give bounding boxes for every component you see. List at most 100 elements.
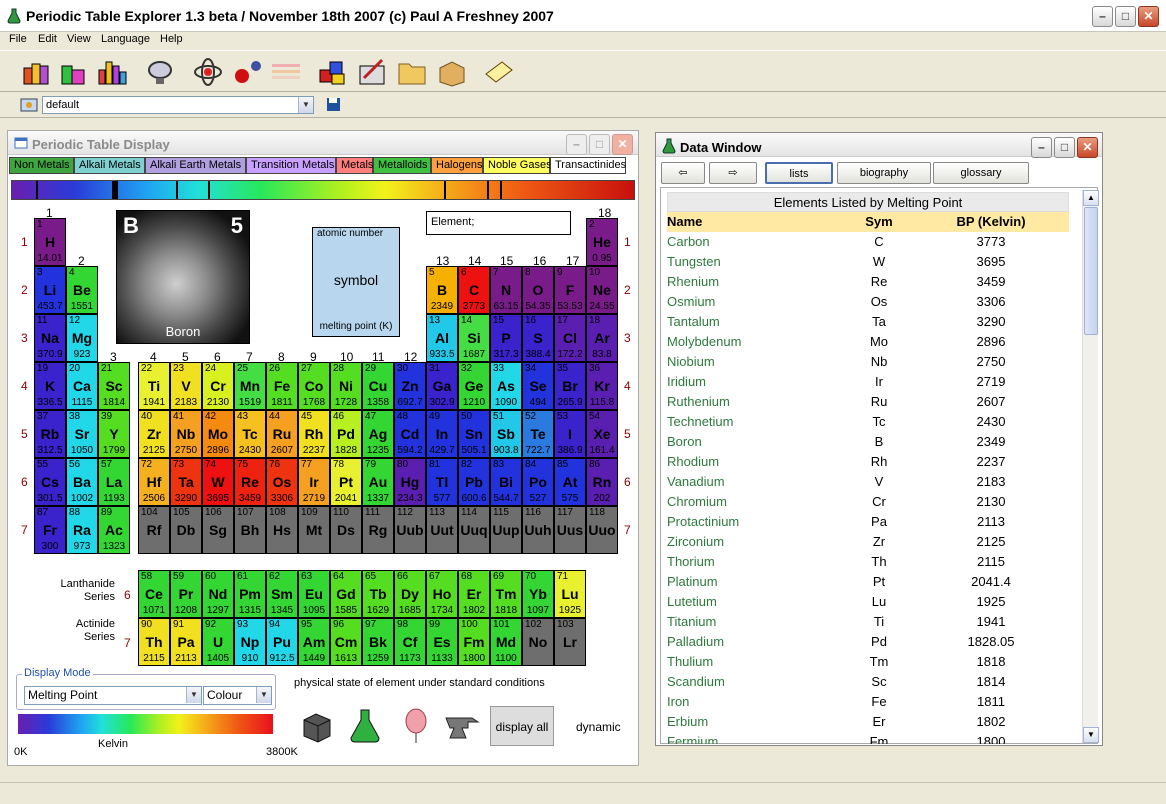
tab-metalloids[interactable]: Metalloids bbox=[373, 157, 431, 174]
panel-maximize-button[interactable]: □ bbox=[589, 134, 610, 155]
list-item[interactable]: Protactinium Pa 2113 bbox=[667, 512, 1069, 532]
element-bp: 2719 bbox=[976, 374, 1006, 389]
scroll-up-icon[interactable]: ▲ bbox=[1083, 190, 1099, 206]
element-sym: Os bbox=[870, 294, 888, 309]
tab-alkali-metals[interactable]: Alkali Metals bbox=[74, 157, 145, 174]
panel-title: Periodic Table Display bbox=[32, 137, 170, 152]
list-item[interactable]: Ruthenium Ru 2607 bbox=[667, 392, 1069, 412]
minimize-button[interactable]: – bbox=[1092, 6, 1113, 27]
element-bp: 1828.05 bbox=[967, 634, 1015, 649]
list-item[interactable]: Thulium Tm 1818 bbox=[667, 652, 1069, 672]
element-sym: Ta bbox=[872, 314, 886, 329]
list-item[interactable]: Erbium Er 1802 bbox=[667, 712, 1069, 732]
save-icon[interactable] bbox=[326, 97, 341, 112]
dw-close-button[interactable]: ✕ bbox=[1077, 137, 1098, 158]
blocks-icon[interactable] bbox=[58, 56, 90, 88]
list-item[interactable]: Rhodium Rh 2237 bbox=[667, 452, 1069, 472]
element-sym: Pt bbox=[872, 574, 886, 589]
element-bp: 1814 bbox=[976, 674, 1006, 689]
list-item[interactable]: Osmium Os 3306 bbox=[667, 292, 1069, 312]
list-scrollbar[interactable]: ▲ ▼ bbox=[1082, 190, 1099, 743]
list-item[interactable]: Vanadium V 2183 bbox=[667, 472, 1069, 492]
atomic-number: 1 bbox=[37, 219, 43, 230]
element-bp: 2607 bbox=[976, 394, 1006, 409]
tab-lists[interactable]: lists bbox=[765, 162, 833, 184]
element-bp: 3773 bbox=[976, 234, 1006, 249]
books-icon[interactable] bbox=[20, 56, 52, 88]
list-item[interactable]: Boron B 2349 bbox=[667, 432, 1069, 452]
list-item[interactable]: Molybdenum Mo 2896 bbox=[667, 332, 1069, 352]
atom-icon[interactable] bbox=[192, 56, 224, 88]
scroll-down-icon[interactable]: ▼ bbox=[1083, 727, 1099, 743]
profile-select[interactable]: default ▼ bbox=[42, 96, 314, 114]
element-name: Iron bbox=[667, 694, 690, 709]
magnifier-icon[interactable] bbox=[144, 56, 176, 88]
col-bp[interactable]: BP (Kelvin) bbox=[913, 212, 1069, 232]
list-item[interactable]: Iron Fe 1811 bbox=[667, 692, 1069, 712]
element-sym: Fe bbox=[871, 694, 887, 709]
list-item[interactable]: Technetium Tc 2430 bbox=[667, 412, 1069, 432]
spectrum-icon[interactable] bbox=[270, 56, 302, 88]
dw-maximize-button[interactable]: □ bbox=[1054, 137, 1075, 158]
col-sym[interactable]: Sym bbox=[845, 212, 913, 232]
list-item[interactable]: Rhenium Re 3459 bbox=[667, 272, 1069, 292]
element-name: Boron bbox=[667, 434, 702, 449]
tab-biography[interactable]: biography bbox=[837, 162, 931, 184]
element-bp: 2237 bbox=[976, 454, 1006, 469]
cubes-icon[interactable] bbox=[316, 56, 348, 88]
element-name: Titanium bbox=[667, 614, 717, 629]
list-item[interactable]: Zirconium Zr 2125 bbox=[667, 532, 1069, 552]
bar-chart-icon[interactable] bbox=[96, 56, 128, 88]
panel-minimize-button[interactable]: – bbox=[566, 134, 587, 155]
forward-arrow-icon[interactable]: ⇨ bbox=[709, 162, 757, 184]
element-name: Rhodium bbox=[667, 454, 720, 469]
tab-alkali-earth-metals[interactable]: Alkali Earth Metals bbox=[145, 157, 246, 174]
box-icon[interactable] bbox=[436, 56, 468, 88]
molecule-icon[interactable] bbox=[232, 56, 264, 88]
flask-icon bbox=[662, 138, 676, 154]
maximize-button[interactable]: □ bbox=[1115, 6, 1136, 27]
list-item[interactable]: Tungsten W 3695 bbox=[667, 252, 1069, 272]
element-name: Protactinium bbox=[667, 514, 740, 529]
tab-halogens[interactable]: Halogens bbox=[431, 157, 483, 174]
tab-metals[interactable]: Metals bbox=[336, 157, 373, 174]
list-item[interactable]: Scandium Sc 1814 bbox=[667, 672, 1069, 692]
menu-file[interactable]: File bbox=[9, 33, 27, 45]
tab-noble-gases[interactable]: Noble Gases bbox=[483, 157, 552, 174]
tab-transactinides[interactable]: Transactinides bbox=[550, 157, 626, 174]
tab-transition-metals[interactable]: Transition Metals bbox=[246, 157, 336, 174]
list-item[interactable]: Tantalum Ta 3290 bbox=[667, 312, 1069, 332]
element-sym: B bbox=[874, 434, 884, 449]
list-item[interactable]: Carbon C 3773 bbox=[667, 232, 1069, 252]
element-bp: 3290 bbox=[976, 314, 1006, 329]
element-sym: Tc bbox=[872, 414, 886, 429]
list-item[interactable]: Fermium Fm 1800 bbox=[667, 732, 1069, 744]
panel-close-button[interactable]: ✕ bbox=[612, 134, 633, 155]
list-item[interactable]: Thorium Th 2115 bbox=[667, 552, 1069, 572]
folder-icon[interactable] bbox=[396, 56, 428, 88]
element-bp: 1811 bbox=[977, 694, 1005, 709]
close-button[interactable]: ✕ bbox=[1138, 6, 1159, 27]
tab-non-metals[interactable]: Non Metals bbox=[9, 157, 74, 174]
list-item[interactable]: Niobium Nb 2750 bbox=[667, 352, 1069, 372]
edit-document-icon[interactable] bbox=[356, 56, 388, 88]
list-item[interactable]: Titanium Ti 1941 bbox=[667, 612, 1069, 632]
tab-glossary[interactable]: glossary bbox=[933, 162, 1029, 184]
menu-language[interactable]: Language bbox=[101, 33, 150, 45]
list-item[interactable]: Iridium Ir 2719 bbox=[667, 372, 1069, 392]
menu-edit[interactable]: Edit bbox=[38, 33, 57, 45]
element-bp: 2041.4 bbox=[971, 574, 1011, 589]
list-item[interactable]: Platinum Pt 2041.4 bbox=[667, 572, 1069, 592]
col-name[interactable]: Name bbox=[667, 212, 702, 232]
dw-minimize-button[interactable]: – bbox=[1031, 137, 1052, 158]
notes-icon[interactable] bbox=[482, 56, 514, 88]
list-item[interactable]: Palladium Pd 1828.05 bbox=[667, 632, 1069, 652]
menu-view[interactable]: View bbox=[67, 33, 91, 45]
list-item[interactable]: Lutetium Lu 1925 bbox=[667, 592, 1069, 612]
list-item[interactable]: Chromium Cr 2130 bbox=[667, 492, 1069, 512]
menu-bar: File Edit View Language Help bbox=[0, 32, 1166, 50]
back-arrow-icon[interactable]: ⇦ bbox=[661, 162, 705, 184]
menu-help[interactable]: Help bbox=[160, 33, 183, 45]
scroll-thumb[interactable] bbox=[1084, 207, 1098, 335]
element-field[interactable]: Element; bbox=[426, 211, 571, 235]
